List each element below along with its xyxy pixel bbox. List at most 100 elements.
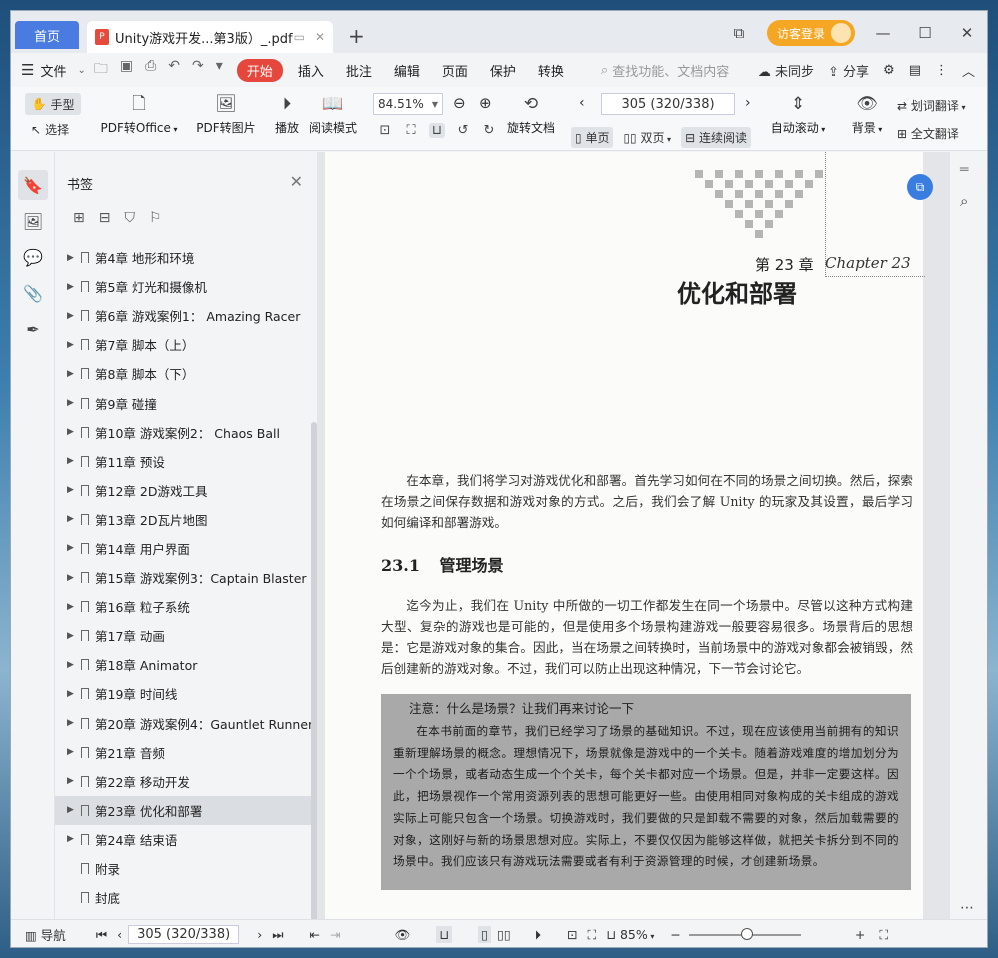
menu-insert[interactable]: 插入 — [287, 61, 335, 80]
attachment-icon[interactable]: 📎 — [18, 278, 48, 308]
expand-arrow-icon[interactable]: ▶ — [67, 776, 79, 786]
double-page-status-icon[interactable]: ▯▯ — [497, 927, 511, 942]
rotate-right-icon[interactable]: ↻ — [481, 123, 497, 138]
expand-arrow-icon[interactable]: ▶ — [67, 573, 79, 583]
bookmark-item[interactable]: 附录 — [55, 854, 317, 883]
comment-icon[interactable]: ▤ — [909, 63, 921, 78]
expand-arrow-icon[interactable]: ▶ — [67, 602, 79, 612]
page-number-input[interactable]: 305 (320/338) — [601, 93, 735, 115]
window-layout-icon[interactable]: ⧉ — [725, 24, 753, 42]
rotate-left-icon[interactable]: ↺ — [455, 123, 471, 138]
full-translate-button[interactable]: ⊞ 全文翻译 — [897, 125, 959, 142]
bookmark-item[interactable]: ▶ 第19章 时间线 — [55, 679, 317, 708]
prev-page-icon[interactable]: ‹ — [117, 927, 122, 942]
bookmark-item[interactable]: ▶ 第6章 游戏案例1： Amazing Racer — [55, 301, 317, 330]
eye-protect-icon[interactable]: 👁 — [394, 927, 410, 943]
zoom-in-status-icon[interactable]: + — [855, 927, 865, 942]
expand-arrow-icon[interactable]: ▶ — [67, 398, 79, 408]
status-page-input[interactable]: 305 (320/338) — [128, 925, 240, 944]
bookmark-item[interactable]: ▶ 第21章 音频 — [55, 738, 317, 767]
play-status-icon[interactable]: ⏵ — [535, 927, 541, 943]
back-icon[interactable]: ⇤ — [309, 927, 319, 942]
expand-arrow-icon[interactable]: ▶ — [67, 311, 79, 321]
minimize-icon[interactable]: — — [869, 24, 897, 42]
open-icon[interactable]: 🗀 — [94, 58, 108, 82]
fit-page-status-icon[interactable]: ⛶ — [587, 927, 596, 943]
expand-arrow-icon[interactable]: ▶ — [67, 805, 79, 815]
expand-arrow-icon[interactable]: ▶ — [67, 543, 79, 553]
actual-size-status-icon[interactable]: ⊡ — [567, 927, 577, 942]
double-page-button[interactable]: ▯▯ 双页 ▾ — [619, 127, 675, 148]
bookmark-item[interactable]: ▶ 第9章 碰撞 — [55, 388, 317, 417]
bookmark-item[interactable]: 封底 — [55, 883, 317, 912]
zoom-select[interactable]: 84.51% ▼ — [373, 93, 443, 115]
single-page-status-icon[interactable]: ▯ — [478, 926, 491, 943]
last-page-icon[interactable]: ⏭ — [272, 927, 283, 943]
menu-start[interactable]: 开始 — [236, 58, 283, 82]
bookmark-item[interactable]: ▶ 第12章 2D游戏工具 — [55, 476, 317, 505]
redo-icon[interactable]: ↷ — [192, 58, 204, 82]
fullscreen-icon[interactable]: ⛶ — [879, 927, 888, 943]
search-doc-icon[interactable]: ⌕ — [960, 192, 968, 210]
play-button[interactable]: ⏵ 播放 — [267, 93, 307, 136]
maximize-icon[interactable]: ☐ — [911, 24, 939, 42]
collapse-ribbon-icon[interactable]: ︿ — [962, 61, 975, 80]
hamburger-icon[interactable]: ☰ — [21, 61, 34, 79]
background-button[interactable]: 👁 背景 ▾ — [845, 93, 889, 136]
visitor-login-button[interactable]: 访客登录 — [766, 20, 855, 46]
bookmark-item[interactable]: ▶ 第16章 粒子系统 — [55, 592, 317, 621]
bookmark-item[interactable]: ▶ 第10章 游戏案例2： Chaos Ball — [55, 418, 317, 447]
next-page-status-icon[interactable]: › — [257, 927, 262, 942]
next-page-icon[interactable]: › — [745, 95, 751, 111]
menu-annotate[interactable]: 批注 — [335, 61, 383, 80]
share-button[interactable]: ⇪ 分享 — [828, 61, 869, 80]
zoom-slider-knob[interactable] — [740, 927, 753, 940]
zoom-in-icon[interactable]: ⊕ — [479, 94, 492, 112]
expand-arrow-icon[interactable]: ▶ — [67, 660, 79, 670]
expand-arrow-icon[interactable]: ▶ — [67, 253, 79, 263]
menu-edit[interactable]: 编辑 — [383, 61, 431, 80]
close-window-icon[interactable]: ✕ — [953, 24, 981, 42]
bookmark-item[interactable]: ▶ 第24章 结束语 — [55, 825, 317, 854]
search-box[interactable]: ⌕ 查找功能、文档内容 — [601, 61, 729, 80]
undo-icon[interactable]: ↶ — [168, 58, 180, 82]
bookmark-item[interactable]: ▶ 第23章 优化和部署 — [55, 795, 311, 825]
expand-arrow-icon[interactable]: ▶ — [67, 485, 79, 495]
menu-file[interactable]: 文件 — [38, 61, 77, 80]
select-tool-button[interactable]: ↖ 选择 — [25, 121, 69, 138]
thumbnail-icon[interactable]: 🖼 — [18, 206, 48, 236]
bookmark-item[interactable]: ▶ 第15章 游戏案例3：Captain Blaster — [55, 563, 317, 592]
close-tab-icon[interactable]: ✕ — [315, 30, 325, 44]
expand-arrow-icon[interactable]: ▶ — [67, 631, 79, 641]
bookmark-item[interactable]: ▶ 第14章 用户界面 — [55, 534, 317, 563]
signature-icon[interactable]: ✒ — [18, 314, 48, 344]
add-child-bookmark-icon[interactable]: ⊟ — [99, 210, 111, 226]
nav-toggle-button[interactable]: ▥ 导航 — [25, 925, 66, 944]
bookmark-item[interactable]: ▶ 第22章 移动开发 — [55, 767, 317, 796]
tab-pin-icon[interactable]: ▭ — [294, 30, 305, 44]
sync-button[interactable]: ☁ 未同步 — [758, 61, 814, 80]
word-translate-button[interactable]: ⇄ 划词翻译 ▾ — [897, 97, 965, 114]
hand-tool-button[interactable]: ✋ 手型 — [25, 93, 81, 115]
bookmark-item[interactable]: ▶ 第8章 脚本（下） — [55, 359, 317, 388]
expand-arrow-icon[interactable]: ▶ — [67, 427, 79, 437]
chevron-down-icon[interactable]: ⌄ — [77, 65, 85, 76]
bookmark-item[interactable]: ▶ 第5章 灯光和摄像机 — [55, 272, 317, 301]
expand-arrow-icon[interactable]: ▶ — [67, 834, 79, 844]
expand-arrow-icon[interactable]: ▶ — [67, 340, 79, 350]
first-page-icon[interactable]: ⏮ — [96, 927, 107, 943]
floating-tool-icon[interactable]: ⧉ — [907, 174, 933, 200]
bookmark-icon[interactable]: ⚐ — [149, 210, 162, 226]
settings-icon[interactable]: ⚙ — [883, 63, 895, 78]
bookmark-star-icon[interactable]: ⛉ — [124, 210, 135, 226]
rotate-document-button[interactable]: ⟲ 旋转文档 — [505, 93, 557, 136]
fit-width-icon[interactable]: ⊔ — [429, 123, 445, 138]
zoom-out-icon[interactable]: ⊖ — [453, 94, 466, 112]
zoom-out-status-icon[interactable]: − — [670, 927, 680, 942]
bookmark-item[interactable]: ▶ 第20章 游戏案例4：Gauntlet Runner — [55, 709, 317, 738]
save-icon[interactable]: ▣ — [120, 58, 133, 82]
actual-size-icon[interactable]: ⊡ — [377, 123, 393, 138]
previous-page-icon[interactable]: ‹ — [579, 95, 585, 111]
bookmark-item[interactable]: ▶ 第18章 Animator — [55, 650, 317, 679]
zoom-select-status[interactable]: ⊔ 85% ▾ — [606, 927, 654, 942]
